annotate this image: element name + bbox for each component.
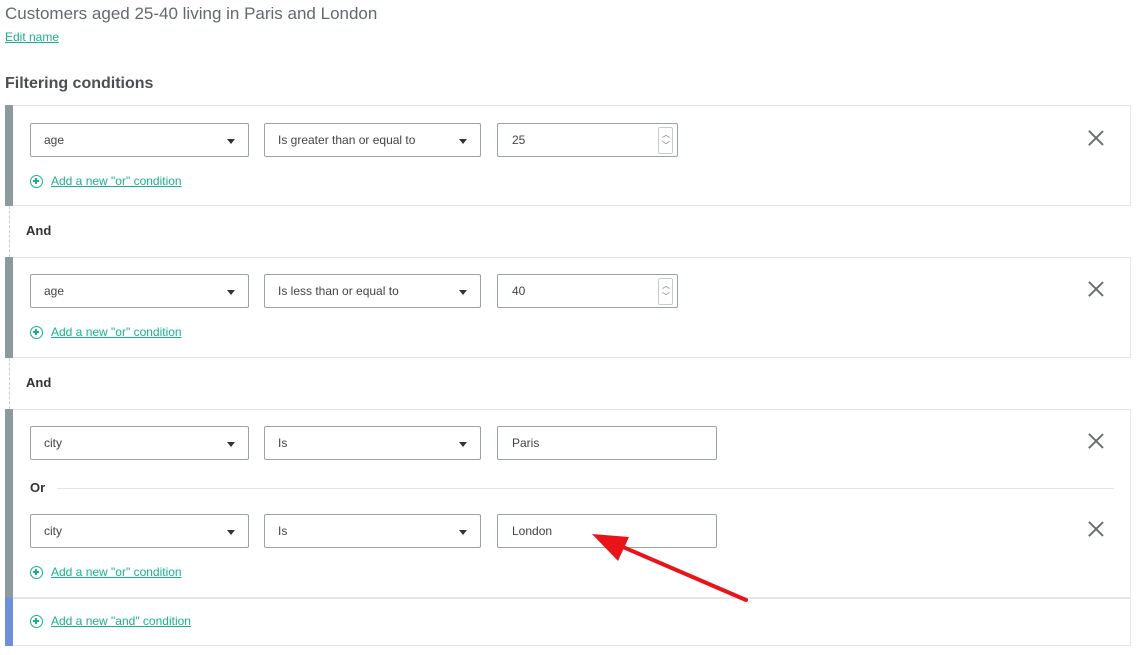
value-number-input[interactable]: 25 ︿ ﹀ — [497, 123, 678, 157]
number-spinner[interactable]: ︿ ﹀ — [658, 278, 673, 305]
and-label: And — [26, 223, 52, 238]
close-icon[interactable] — [1088, 130, 1104, 146]
add-or-condition-label: Add a new "or" condition — [51, 325, 182, 339]
operator-select-value: Is — [278, 524, 288, 538]
spin-down-icon[interactable]: ﹀ — [662, 142, 670, 150]
field-select[interactable]: city — [30, 514, 249, 548]
edit-name-link[interactable]: Edit name — [5, 30, 59, 44]
condition-row: city Is London — [5, 514, 1130, 548]
add-and-condition-label: Add a new "and" condition — [51, 614, 191, 628]
value-number-input[interactable]: 40 ︿ ﹀ — [497, 274, 678, 308]
value-text-input[interactable]: London — [497, 514, 717, 548]
caret-down-icon — [227, 442, 235, 447]
operator-select-value: Is less than or equal to — [278, 284, 399, 298]
condition-row: city Is Paris — [5, 426, 1130, 460]
or-label: Or — [30, 480, 46, 495]
number-spinner[interactable]: ︿ ﹀ — [658, 127, 673, 154]
operator-select[interactable]: Is greater than or equal to — [264, 123, 481, 157]
add-and-condition-group: Add a new "and" condition — [5, 598, 1131, 646]
field-select-value: age — [44, 133, 65, 147]
spin-down-icon[interactable]: ﹀ — [662, 293, 670, 301]
operator-select-value: Is — [278, 436, 288, 450]
spin-up-icon[interactable]: ︿ — [662, 131, 670, 139]
plus-circle-icon — [30, 615, 43, 628]
plus-circle-icon — [30, 175, 43, 188]
group-connector — [9, 206, 10, 257]
operator-select[interactable]: Is less than or equal to — [264, 274, 481, 308]
operator-select-value: Is greater than or equal to — [278, 133, 416, 147]
field-select-value: age — [44, 284, 65, 298]
filtering-conditions-heading: Filtering conditions — [5, 75, 154, 92]
caret-down-icon — [227, 530, 235, 535]
value-input-text: 25 — [512, 133, 526, 147]
caret-down-icon — [227, 139, 235, 144]
add-or-condition-label: Add a new "or" condition — [51, 565, 182, 579]
spin-up-icon[interactable]: ︿ — [662, 282, 670, 290]
caret-down-icon — [459, 290, 467, 295]
field-select-value: city — [44, 524, 62, 538]
caret-down-icon — [227, 290, 235, 295]
condition-row: age Is less than or equal to 40 ︿ ﹀ — [5, 274, 1130, 308]
operator-select[interactable]: Is — [264, 426, 481, 460]
close-icon[interactable] — [1088, 281, 1104, 297]
plus-circle-icon — [30, 566, 43, 579]
value-input-text: Paris — [512, 436, 540, 450]
condition-row: age Is greater than or equal to 25 ︿ ﹀ — [5, 123, 1130, 157]
group-connector — [9, 358, 10, 409]
value-input-text: 40 — [512, 284, 526, 298]
field-select[interactable]: age — [30, 274, 249, 308]
close-icon[interactable] — [1088, 433, 1104, 449]
caret-down-icon — [459, 442, 467, 447]
caret-down-icon — [459, 530, 467, 535]
value-input-text: London — [512, 524, 553, 538]
condition-group-3: city Is Paris Or city Is London Add a ne… — [5, 409, 1131, 598]
value-text-input[interactable]: Paris — [497, 426, 717, 460]
and-label: And — [26, 375, 52, 390]
field-select-value: city — [44, 436, 62, 450]
segment-title: Customers aged 25-40 living in Paris and… — [5, 4, 378, 23]
caret-down-icon — [459, 139, 467, 144]
condition-group-1: age Is greater than or equal to 25 ︿ ﹀ A… — [5, 105, 1131, 206]
close-icon[interactable] — [1088, 521, 1104, 537]
condition-group-2: age Is less than or equal to 40 ︿ ﹀ Add … — [5, 257, 1131, 358]
field-select[interactable]: age — [30, 123, 249, 157]
operator-select[interactable]: Is — [264, 514, 481, 548]
plus-circle-icon — [30, 326, 43, 339]
or-divider — [57, 488, 1114, 489]
add-or-condition-label: Add a new "or" condition — [51, 174, 182, 188]
field-select[interactable]: city — [30, 426, 249, 460]
